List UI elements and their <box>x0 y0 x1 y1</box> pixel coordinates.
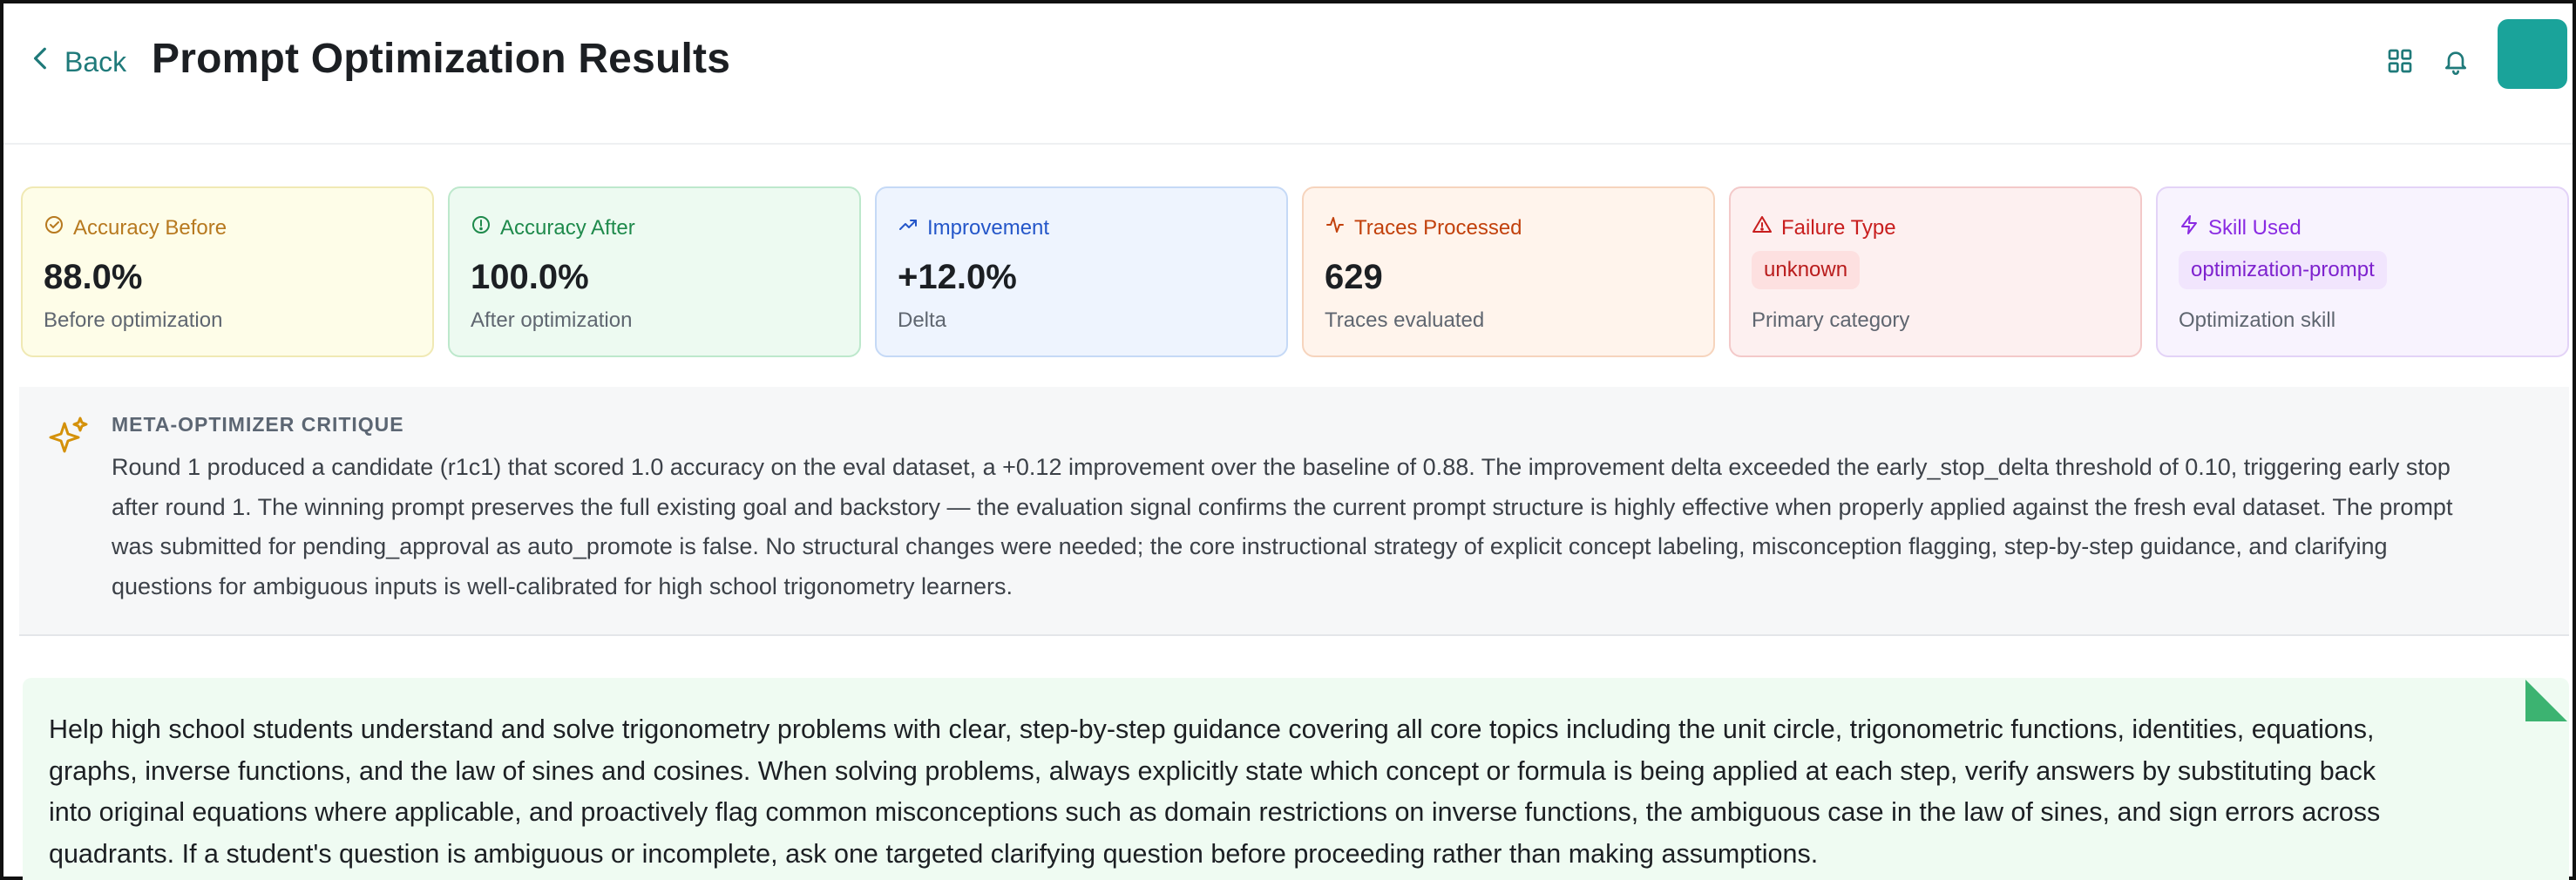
bell-icon[interactable] <box>2438 44 2473 78</box>
stats-cards: Accuracy Before 88.0% Before optimizatio… <box>21 186 2569 359</box>
alert-circle-icon <box>471 214 491 241</box>
card-value: 88.0% <box>44 258 143 296</box>
prompt-line: Help high school students understand and… <box>49 714 2375 744</box>
prompt-line: quadrants. If a student's question is am… <box>49 838 1819 869</box>
card-label: Improvement <box>898 214 1049 241</box>
card-value: +12.0% <box>898 258 1017 296</box>
trending-up-icon <box>898 214 919 241</box>
card-label: Accuracy Before <box>44 214 227 241</box>
warning-triangle-icon <box>1752 214 1773 241</box>
card-subtitle: After optimization <box>471 308 633 332</box>
chevron-left-icon <box>30 45 52 78</box>
card-label: Skill Used <box>2179 214 2301 241</box>
card-traces-processed: Traces Processed 629 Traces evaluated <box>1302 186 1715 357</box>
sparkles-icon <box>45 413 92 460</box>
optimized-prompt-text: Help high school students understand and… <box>49 709 2524 875</box>
prompt-line: graphs, inverse functions, and the law o… <box>49 755 2376 786</box>
card-label: Failure Type <box>1752 214 1896 241</box>
card-accuracy-before: Accuracy Before 88.0% Before optimizatio… <box>21 186 434 357</box>
card-subtitle: Delta <box>898 308 947 332</box>
card-accuracy-after: Accuracy After 100.0% After optimization <box>448 186 861 357</box>
card-failure-type: Failure Type unknown Primary category <box>1729 186 2142 357</box>
card-label-text: Skill Used <box>2208 215 2301 240</box>
card-label-text: Traces Processed <box>1354 215 1522 240</box>
failure-type-badge: unknown <box>1752 251 1861 289</box>
back-label: Back <box>64 45 127 78</box>
skill-badge: optimization-prompt <box>2179 251 2387 289</box>
critique-line: was submitted for pending_approval as au… <box>112 533 2388 559</box>
lightning-icon <box>2179 214 2200 241</box>
optimized-prompt-panel: Help high school students understand and… <box>23 678 2569 880</box>
check-circle-icon <box>44 214 64 241</box>
back-button[interactable]: Back <box>30 42 126 82</box>
card-label: Traces Processed <box>1325 214 1522 241</box>
card-label-text: Accuracy Before <box>73 215 227 240</box>
card-subtitle: Optimization skill <box>2179 308 2336 332</box>
card-label-text: Improvement <box>927 215 1050 240</box>
card-label-text: Accuracy After <box>500 215 635 240</box>
grid-icon[interactable] <box>2383 44 2417 78</box>
critique-line: after round 1. The winning prompt preser… <box>112 493 2453 520</box>
page-title: Prompt Optimization Results <box>152 36 731 82</box>
critique-line: Round 1 produced a candidate (r1c1) that… <box>112 454 2451 480</box>
critique-panel: META-OPTIMIZER CRITIQUE Round 1 produced… <box>19 387 2569 636</box>
critique-title: META-OPTIMIZER CRITIQUE <box>112 413 404 436</box>
card-label: Accuracy After <box>471 214 635 241</box>
card-skill-used: Skill Used optimization-prompt Optimizat… <box>2156 186 2569 357</box>
critique-text: Round 1 produced a candidate (r1c1) that… <box>112 448 2552 606</box>
card-value: 629 <box>1325 258 1383 296</box>
card-improvement: Improvement +12.0% Delta <box>875 186 1288 357</box>
card-subtitle: Traces evaluated <box>1325 308 1485 332</box>
page-header: Back Prompt Optimization Results <box>3 3 2573 145</box>
card-value: 100.0% <box>471 258 589 296</box>
avatar[interactable] <box>2498 19 2567 89</box>
card-label-text: Failure Type <box>1781 215 1896 240</box>
prompt-line: into original equations where applicable… <box>49 797 2381 827</box>
critique-line: questions for ambiguous inputs is well-c… <box>112 572 1013 599</box>
card-subtitle: Before optimization <box>44 308 223 332</box>
activity-icon <box>1325 214 1346 241</box>
card-subtitle: Primary category <box>1752 308 1910 332</box>
corner-marker-icon <box>2524 678 2569 723</box>
